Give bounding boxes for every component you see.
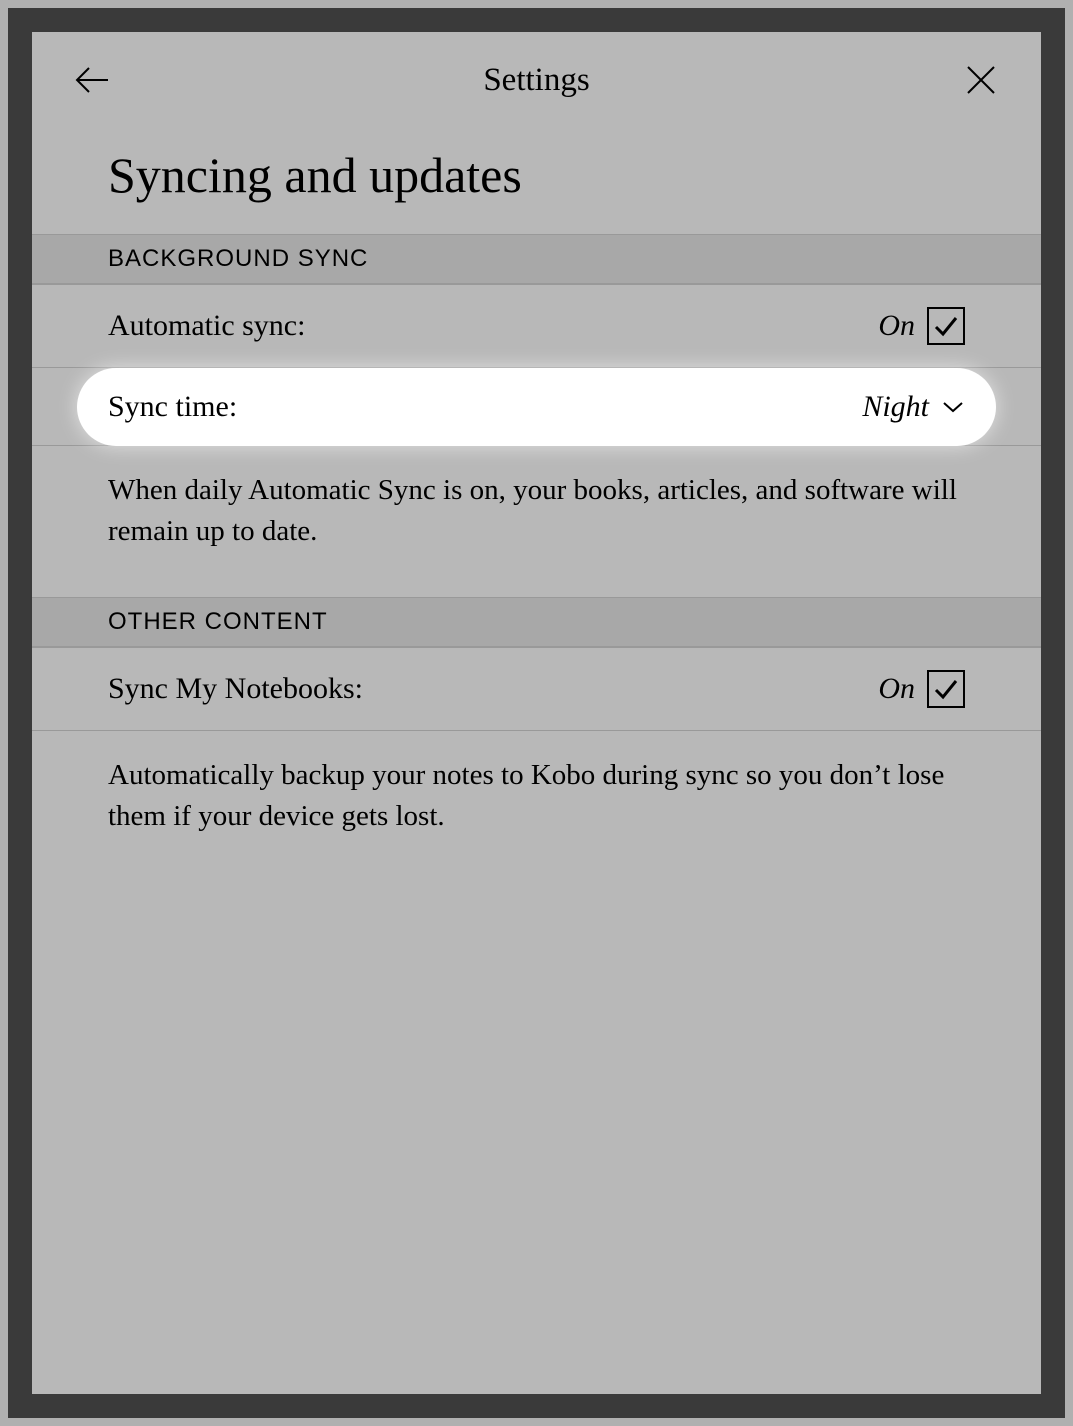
close-icon (965, 64, 997, 96)
automatic-sync-value: On (878, 309, 915, 343)
sync-notebooks-value: On (878, 672, 915, 706)
header-bar: Settings (32, 32, 1041, 128)
header-title: Settings (483, 62, 589, 99)
checkmark-icon (932, 312, 960, 340)
section-header-background-sync: BACKGROUND SYNC (32, 234, 1041, 285)
checkmark-icon (932, 675, 960, 703)
back-button[interactable] (72, 60, 112, 100)
close-button[interactable] (961, 60, 1001, 100)
sync-time-row[interactable]: Sync time: Night (77, 368, 996, 446)
device-frame: Settings Syncing and updates BACKGROUND … (8, 8, 1065, 1418)
automatic-sync-value-group: On (878, 307, 965, 345)
sync-notebooks-checkbox[interactable] (927, 670, 965, 708)
sync-time-value: Night (862, 390, 929, 424)
automatic-sync-label: Automatic sync: (108, 309, 305, 343)
section-header-other-content: OTHER CONTENT (32, 597, 1041, 648)
page-title: Syncing and updates (32, 128, 1041, 234)
sync-time-label: Sync time: (108, 390, 237, 424)
back-arrow-icon (74, 65, 110, 95)
screen: Settings Syncing and updates BACKGROUND … (32, 32, 1041, 1394)
automatic-sync-checkbox[interactable] (927, 307, 965, 345)
other-content-description: Automatically backup your notes to Kobo … (32, 731, 1041, 882)
sync-time-dropdown[interactable] (941, 395, 965, 419)
background-sync-description: When daily Automatic Sync is on, your bo… (32, 446, 1041, 597)
sync-notebooks-row[interactable]: Sync My Notebooks: On (32, 648, 1041, 731)
automatic-sync-row[interactable]: Automatic sync: On (32, 285, 1041, 368)
sync-time-value-group: Night (862, 390, 965, 424)
chevron-down-icon (942, 400, 964, 414)
sync-notebooks-label: Sync My Notebooks: (108, 672, 363, 706)
sync-notebooks-value-group: On (878, 670, 965, 708)
